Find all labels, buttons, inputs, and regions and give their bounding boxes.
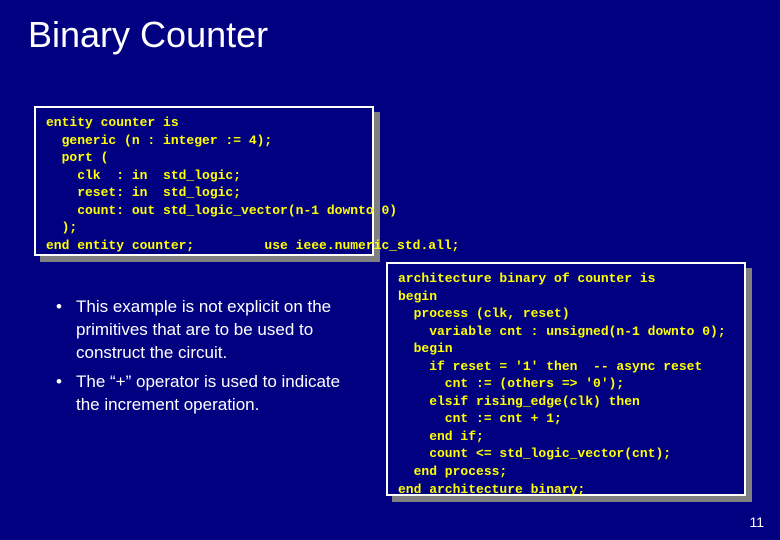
- bullet-icon: •: [54, 371, 76, 417]
- bullet-text: The “+” operator is used to indicate the…: [76, 371, 368, 417]
- bullet-text: This example is not explicit on the prim…: [76, 296, 368, 365]
- list-item: • This example is not explicit on the pr…: [54, 296, 368, 365]
- list-item: • The “+” operator is used to indicate t…: [54, 371, 368, 417]
- bullet-icon: •: [54, 296, 76, 365]
- bullet-list: • This example is not explicit on the pr…: [54, 296, 368, 423]
- slide-title: Binary Counter: [0, 0, 780, 56]
- entity-code-block: entity counter is generic (n : integer :…: [34, 106, 374, 256]
- architecture-code-block: architecture binary of counter is begin …: [386, 262, 746, 496]
- page-number: 11: [749, 514, 764, 530]
